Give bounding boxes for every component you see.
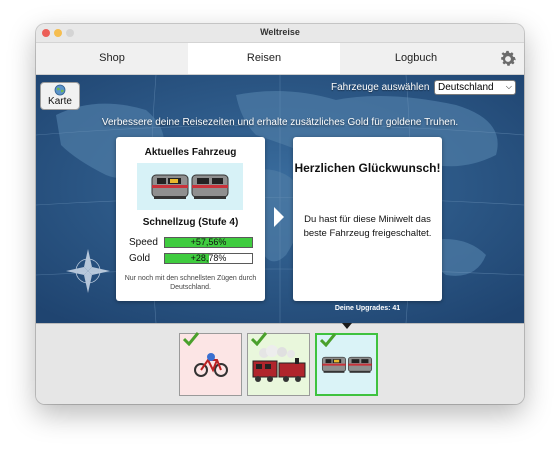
current-vehicle-card: Aktuelles Fahrzeug Schnellzug (Stufe 4) <box>116 137 265 301</box>
tab-shop[interactable]: Shop <box>36 43 188 74</box>
congrats-title: Herzlichen Glückwunsch! <box>294 161 441 175</box>
express-train-thumb <box>317 335 376 394</box>
vehicle-note: Nur noch mit den schnellsten Zügen durch… <box>124 275 257 291</box>
chevron-down-icon: ⌵ <box>505 82 512 91</box>
title-bar: Weltreise <box>36 24 524 43</box>
app-window: Weltreise Shop Reisen Logbuch Karte Fahr… <box>36 24 524 404</box>
express-train-icon <box>151 174 229 199</box>
congrats-message: Du hast für diese Miniwelt das beste Fah… <box>303 214 432 239</box>
vehicle-world-select-value: Deutschland <box>438 82 494 93</box>
vehicle-slot-steam-train[interactable] <box>247 332 310 396</box>
vehicle-name: Schnellzug (Stufe 4) <box>142 217 239 228</box>
vehicle-selector-bar <box>36 323 524 404</box>
gold-value: +28,78% <box>190 253 227 263</box>
upgrade-hint-banner: Verbessere deine Reisezeiten und erhalte… <box>101 117 459 128</box>
speed-bar: +57,56% <box>164 237 253 248</box>
arrow-right-icon <box>274 207 284 227</box>
karte-button[interactable]: Karte <box>40 82 80 110</box>
steam-locomotive-icon <box>252 344 305 382</box>
vehicle-select-label: Fahrzeuge auswählen <box>331 82 430 93</box>
vehicle-world-select[interactable]: Deutschland ⌵ <box>434 80 516 95</box>
steam-train-image <box>248 334 309 395</box>
speed-label: Speed <box>129 237 158 248</box>
gold-label: Gold <box>129 253 151 264</box>
vehicle-slot-express-train[interactable] <box>315 333 378 396</box>
settings-button[interactable] <box>492 43 524 74</box>
selected-pointer-icon <box>342 323 352 329</box>
congrats-card: Herzlichen Glückwunsch! Du hast für dies… <box>293 137 442 301</box>
express-train-image <box>137 163 243 210</box>
current-vehicle-title: Aktuelles Fahrzeug <box>144 147 237 158</box>
upgrades-count: Deine Upgrades: 41 <box>334 305 401 312</box>
gold-bar: +28,78% <box>164 253 253 264</box>
window-title: Weltreise <box>260 27 300 37</box>
globe-icon <box>54 84 66 96</box>
bicycle-icon <box>193 352 228 377</box>
karte-button-label: Karte <box>48 96 72 107</box>
tab-reisen[interactable]: Reisen <box>188 43 340 74</box>
world-map-background <box>36 75 524 323</box>
bicycle-image <box>180 334 241 395</box>
world-map-panel: Karte Fahrzeuge auswählen Deutschland ⌵ … <box>36 75 524 323</box>
tab-bar: Shop Reisen Logbuch <box>36 43 524 75</box>
express-train-icon <box>321 356 372 373</box>
vehicle-slot-bicycle[interactable] <box>179 332 242 396</box>
tab-logbuch[interactable]: Logbuch <box>340 43 492 74</box>
gear-icon <box>501 50 516 66</box>
speed-value: +57,56% <box>190 237 227 247</box>
